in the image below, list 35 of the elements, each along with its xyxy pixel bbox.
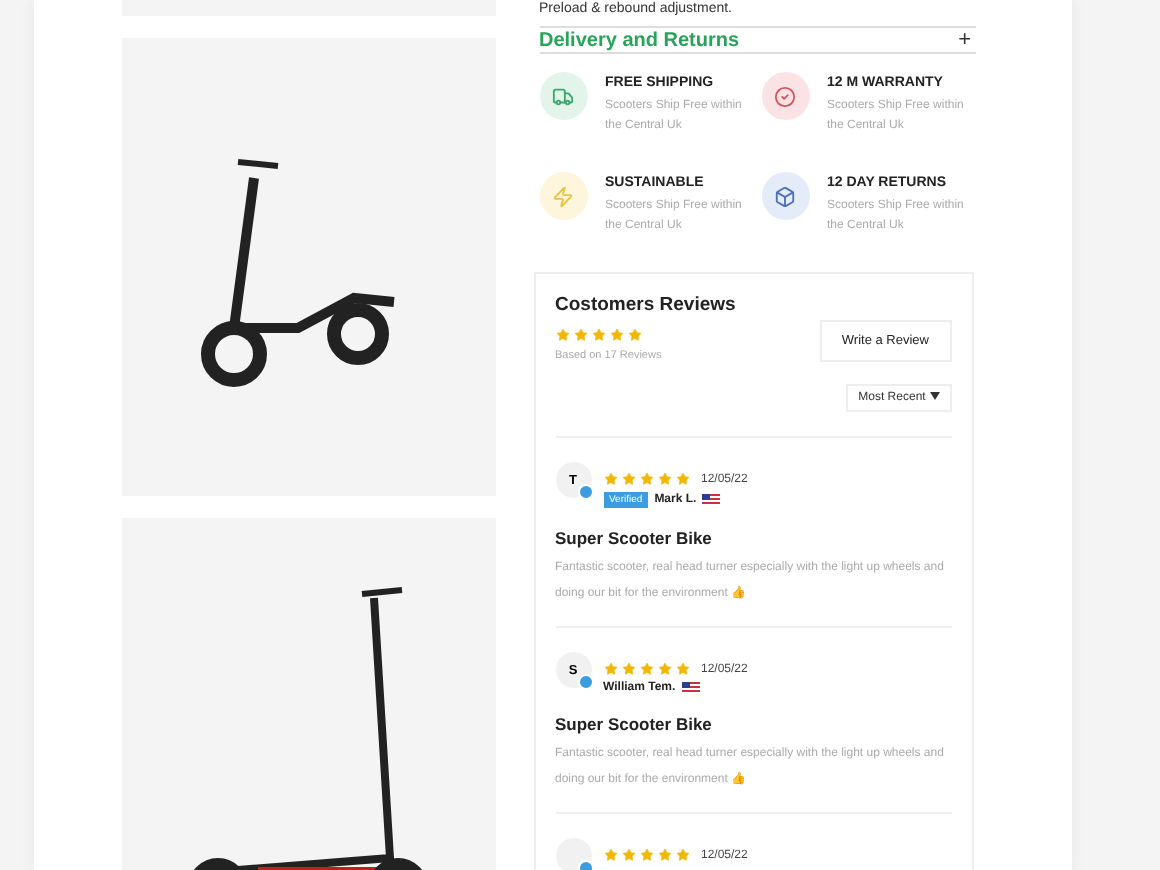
star-icon xyxy=(603,662,617,676)
star-icon xyxy=(621,472,635,486)
star-icon xyxy=(639,472,653,486)
star-icon xyxy=(573,328,587,342)
star-icon xyxy=(627,328,641,342)
check-circle-icon xyxy=(774,85,796,107)
review-title: Super Scooter Bike xyxy=(555,528,714,548)
lightning-icon xyxy=(552,185,574,207)
star-icon xyxy=(675,848,689,862)
star-icon xyxy=(609,328,623,342)
star-icon xyxy=(591,328,605,342)
verified-dot xyxy=(577,674,593,690)
star-icon xyxy=(621,848,635,862)
star-icon xyxy=(657,472,671,486)
truck-icon xyxy=(552,85,574,107)
star-icon xyxy=(603,848,617,862)
star-icon xyxy=(603,472,617,486)
flag-icon xyxy=(681,682,700,694)
flag-icon xyxy=(702,494,721,506)
accordion-header[interactable]: Delivery and Returns + xyxy=(539,28,975,54)
accordion-title: Delivery and Returns xyxy=(539,29,740,51)
star-icon xyxy=(555,328,569,342)
review-title: Super Scooter Bike xyxy=(555,714,714,734)
star-icon xyxy=(639,662,653,676)
verified-dot xyxy=(577,484,593,500)
reviews-title: Costomers Reviews xyxy=(555,294,736,316)
star-icon xyxy=(675,472,689,486)
star-icon xyxy=(657,662,671,676)
star-icon xyxy=(639,848,653,862)
star-icon xyxy=(675,662,689,676)
star-icon xyxy=(621,662,635,676)
expand-toggle[interactable]: + xyxy=(954,28,975,52)
star-icon xyxy=(657,848,671,862)
caret-icon xyxy=(929,392,939,400)
box-icon xyxy=(774,185,796,207)
